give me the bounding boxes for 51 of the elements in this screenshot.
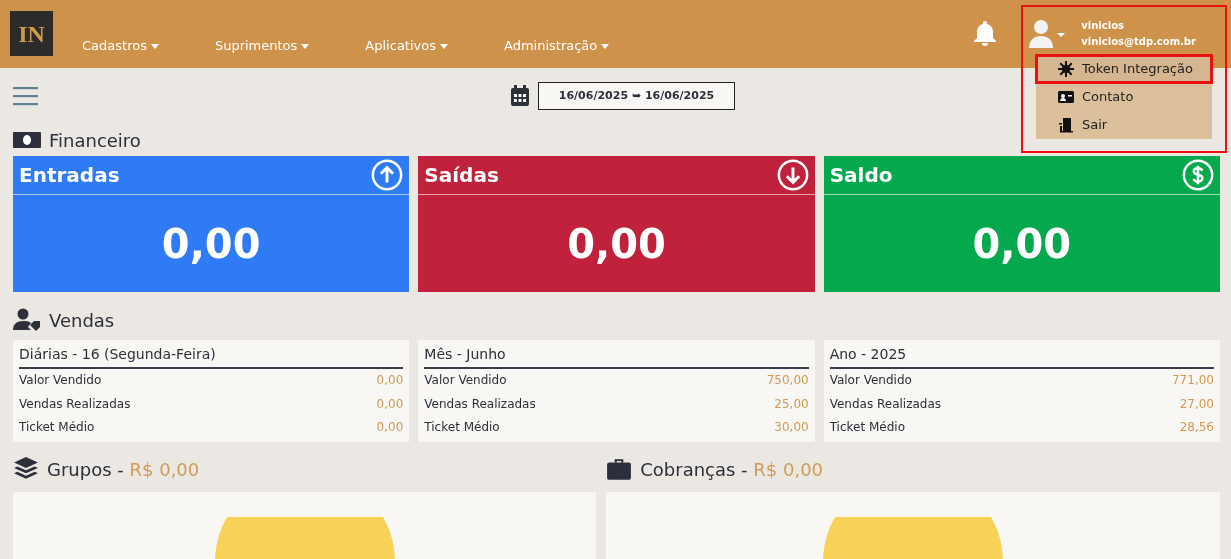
user-name: vinicios <box>1081 19 1125 33</box>
stat-label: Valor Vendido <box>829 372 912 389</box>
calendar-icon <box>510 85 530 107</box>
layers-icon <box>13 455 39 482</box>
stat-value: 0,00 <box>376 395 404 413</box>
arrow-down-circle-icon <box>776 159 809 191</box>
user-email: vinicios@tdp.com.br <box>1081 35 1196 49</box>
panel-title: Mês - Junho <box>424 340 809 369</box>
logo: IN <box>10 11 53 56</box>
contact-card-icon <box>1058 89 1074 105</box>
card-value: 0,00 <box>567 219 666 269</box>
stat-value: 30,00 <box>774 419 809 436</box>
card-value: 0,00 <box>161 219 261 269</box>
stat-value: 28,56 <box>1179 419 1214 436</box>
card-value: 0,00 <box>972 219 1072 269</box>
section-title: Cobranças - R$ 0,00 <box>640 457 824 482</box>
card-title: Saídas <box>424 162 499 189</box>
user-avatar-icon[interactable] <box>1027 20 1066 48</box>
stat-label: Vendas Realizadas <box>829 395 942 413</box>
section-title: Grupos - R$ 0,00 <box>47 457 200 482</box>
stat-value: 0,00 <box>376 419 404 436</box>
stat-label: Ticket Médio <box>424 419 500 436</box>
card-title: Entradas <box>19 162 120 189</box>
stat-label: Vendas Realizadas <box>19 395 131 413</box>
stat-label: Valor Vendido <box>19 372 102 389</box>
dropdown-item[interactable]: Token Integração <box>1036 55 1212 83</box>
gear-icon <box>1058 61 1074 77</box>
stat-value: 750,00 <box>766 372 809 389</box>
door-icon <box>1058 117 1074 133</box>
panel-title: Diárias - 16 (Segunda-Feira) <box>19 340 404 369</box>
stat-value: 0,00 <box>376 372 404 389</box>
card-title: Saldo <box>829 162 893 189</box>
stat-value: 771,00 <box>1172 372 1214 389</box>
banknote-icon <box>13 132 41 148</box>
panel-title: Ano - 2025 <box>829 340 1214 369</box>
stat-label: Ticket Médio <box>829 419 905 436</box>
arrow-up-circle-icon <box>371 159 404 191</box>
bell-icon[interactable] <box>973 20 998 47</box>
user-tag-icon <box>13 308 41 332</box>
stat-label: Vendas Realizadas <box>424 395 536 413</box>
section-title: Financeiro <box>49 128 141 153</box>
section-title: Vendas <box>49 308 115 333</box>
stat-value: 27,00 <box>1179 395 1214 413</box>
stat-label: Valor Vendido <box>424 372 507 389</box>
dropdown-item[interactable]: Contato <box>1036 83 1212 111</box>
dollar-circle-icon <box>1182 159 1214 191</box>
dropdown-item[interactable]: Sair <box>1036 111 1212 139</box>
menu-icon[interactable] <box>13 86 38 106</box>
date-range-field[interactable]: 16/06/2025 ➥ 16/06/2025 <box>538 82 735 110</box>
stat-value: 25,00 <box>774 395 809 413</box>
stat-label: Ticket Médio <box>19 419 95 436</box>
